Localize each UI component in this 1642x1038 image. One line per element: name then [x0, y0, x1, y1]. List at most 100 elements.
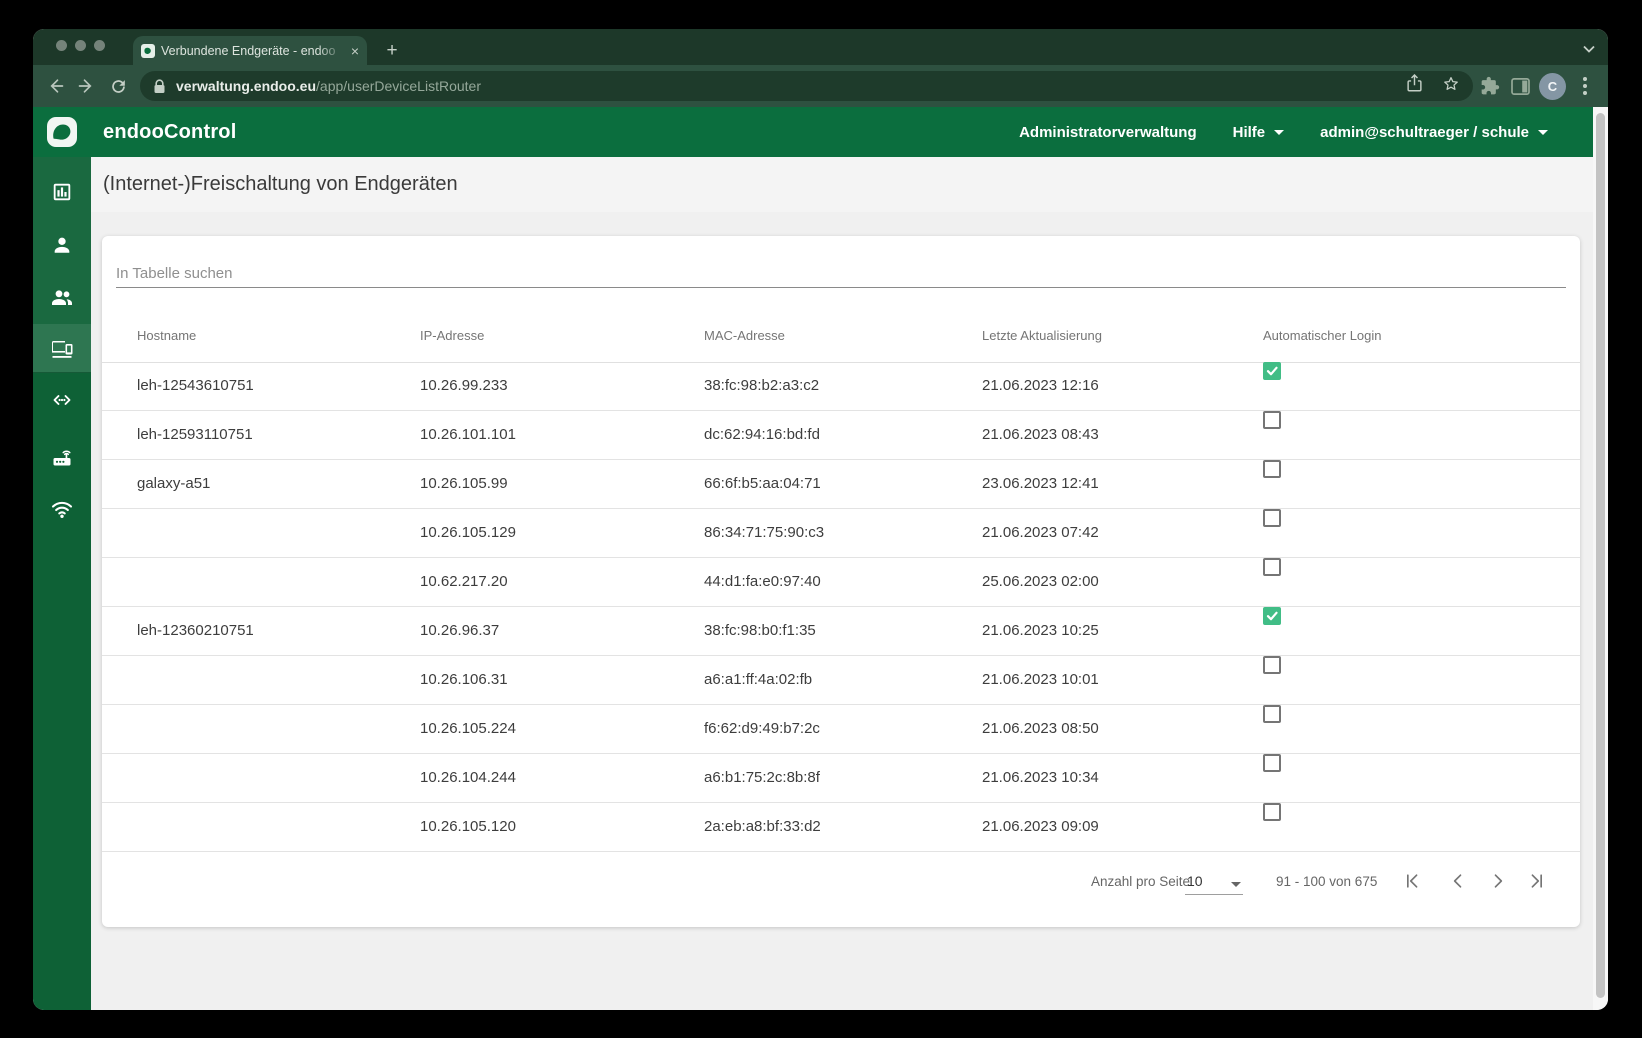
sidebar-item-user[interactable]: [33, 221, 91, 269]
cell-updated: 21.06.2023 07:42: [982, 524, 1099, 541]
browser-tab[interactable]: Verbundene Endgeräte - endoo ×: [133, 36, 367, 65]
cell-ip: 10.62.217.20: [420, 573, 508, 590]
auto-login-checkbox[interactable]: [1263, 411, 1281, 429]
device-row[interactable]: 10.26.105.224 f6:62:d9:49:b7:2c 21.06.20…: [102, 705, 1580, 754]
close-window-button[interactable]: [56, 40, 67, 51]
auto-login-checkbox[interactable]: [1263, 754, 1281, 772]
auto-login-checkbox[interactable]: [1263, 705, 1281, 723]
auto-login-checkbox[interactable]: [1263, 656, 1281, 674]
tab-favicon: [141, 43, 155, 58]
previous-page-icon[interactable]: [1446, 869, 1470, 893]
forward-icon[interactable]: [75, 74, 99, 98]
page-title: (Internet-)Freischaltung von Endgeräten: [103, 173, 458, 195]
new-tab-button[interactable]: +: [379, 38, 405, 64]
window-controls: [56, 40, 105, 51]
device-row[interactable]: galaxy-a51 10.26.105.99 66:6f:b5:aa:04:7…: [102, 460, 1580, 509]
zoom-window-button[interactable]: [94, 40, 105, 51]
device-row[interactable]: 10.26.105.129 86:34:71:75:90:c3 21.06.20…: [102, 509, 1580, 558]
cell-mac: 38:fc:98:b2:a3:c2: [704, 377, 820, 394]
chevron-down-icon: [1231, 882, 1241, 887]
cell-hostname: leh-12543610751: [137, 377, 254, 394]
auto-login-checkbox[interactable]: [1263, 607, 1281, 625]
auto-login-checkbox[interactable]: [1263, 558, 1281, 576]
tab-close-icon[interactable]: ×: [351, 44, 359, 58]
device-row[interactable]: 10.26.105.120 2a:eb:a8:bf:33:d2 21.06.20…: [102, 803, 1580, 852]
per-page-select[interactable]: 10: [1185, 866, 1243, 895]
lock-icon[interactable]: [153, 78, 166, 94]
tab-search-chevron-icon[interactable]: [1577, 37, 1601, 61]
checkmark-icon: [1266, 366, 1278, 376]
code-icon: [53, 395, 71, 405]
url-domain: verwaltung.endoo.eu: [176, 78, 317, 94]
browser-menu-icon[interactable]: [1573, 74, 1597, 98]
sidebar-item-logo[interactable]: [33, 107, 91, 157]
nav-administratorverwaltung[interactable]: Administratorverwaltung: [1019, 124, 1197, 141]
app-brand: endooControl: [103, 121, 237, 143]
side-panel-icon[interactable]: [1508, 74, 1532, 98]
sidebar-item-code[interactable]: [33, 376, 91, 424]
table-header-row: Hostname IP-Adresse MAC-Adresse Letzte A…: [102, 310, 1580, 363]
pagination-range: 91 - 100 von 675: [1276, 874, 1378, 889]
auto-login-checkbox[interactable]: [1263, 509, 1281, 527]
reload-icon[interactable]: [106, 74, 130, 98]
sidebar-item-users-group[interactable]: [33, 272, 91, 320]
cell-updated: 21.06.2023 12:16: [982, 377, 1099, 394]
auto-login-checkbox[interactable]: [1263, 362, 1281, 380]
cell-hostname: galaxy-a51: [137, 475, 211, 492]
sidebar-item-devices[interactable]: [33, 324, 91, 372]
cell-hostname: leh-12593110751: [137, 426, 253, 443]
page-scrollbar: [1593, 107, 1608, 1010]
page-content: In Tabelle suchen Hostname IP-Adresse MA…: [91, 212, 1593, 1010]
sidebar-item-router[interactable]: [33, 433, 91, 481]
app-bar: endooControl Administratorverwaltung Hil…: [91, 107, 1593, 157]
cell-ip: 10.26.99.233: [420, 377, 508, 394]
cell-ip: 10.26.104.244: [420, 769, 516, 786]
endoo-logo-icon: [47, 117, 77, 147]
device-row[interactable]: leh-12593110751 10.26.101.101 dc:62:94:1…: [102, 411, 1580, 460]
minimize-window-button[interactable]: [75, 40, 86, 51]
last-page-icon[interactable]: [1525, 869, 1549, 893]
scrollbar-thumb[interactable]: [1596, 113, 1605, 998]
device-row[interactable]: leh-12360210751 10.26.96.37 38:fc:98:b0:…: [102, 607, 1580, 656]
device-row[interactable]: 10.26.104.244 a6:b1:75:2c:8b:8f 21.06.20…: [102, 754, 1580, 803]
address-bar[interactable]: verwaltung.endoo.eu/app/userDeviceListRo…: [140, 71, 1473, 101]
auto-login-checkbox[interactable]: [1263, 803, 1281, 821]
cell-ip: 10.26.105.129: [420, 524, 516, 541]
url-text: verwaltung.endoo.eu/app/userDeviceListRo…: [176, 78, 1406, 94]
auto-login-checkbox[interactable]: [1263, 460, 1281, 478]
column-header-updated: Letzte Aktualisierung: [982, 328, 1102, 343]
devices-icon: [52, 341, 73, 358]
table-search-input[interactable]: In Tabelle suchen: [116, 260, 1566, 288]
cell-hostname: leh-12360210751: [137, 622, 254, 639]
cell-updated: 21.06.2023 10:34: [982, 769, 1099, 786]
next-page-icon[interactable]: [1486, 869, 1510, 893]
browser-profile-avatar[interactable]: C: [1539, 73, 1566, 100]
device-row[interactable]: 10.62.217.20 44:d1:fa:e0:97:40 25.06.202…: [102, 558, 1580, 607]
device-row[interactable]: leh-12543610751 10.26.99.233 38:fc:98:b2…: [102, 362, 1580, 411]
share-icon[interactable]: [1406, 73, 1423, 98]
cell-updated: 21.06.2023 10:01: [982, 671, 1099, 688]
dashboard-chart-icon: [53, 183, 71, 201]
first-page-icon[interactable]: [1400, 869, 1424, 893]
cell-mac: a6:a1:ff:4a:02:fb: [704, 671, 813, 688]
sidebar: [33, 107, 91, 1010]
bookmark-star-icon[interactable]: [1442, 75, 1460, 98]
main-area: endooControl Administratorverwaltung Hil…: [91, 107, 1593, 1010]
extensions-puzzle-icon[interactable]: [1478, 74, 1502, 98]
router-icon: [53, 450, 71, 466]
sidebar-item-wifi[interactable]: [33, 485, 91, 533]
sidebar-item-dashboard[interactable]: [33, 168, 91, 216]
cell-ip: 10.26.105.224: [420, 720, 516, 737]
back-icon[interactable]: [43, 74, 67, 98]
page-title-bar: (Internet-)Freischaltung von Endgeräten: [91, 157, 1593, 212]
column-header-hostname: Hostname: [137, 328, 197, 343]
nav-account-menu[interactable]: admin@schultraeger / schule: [1320, 124, 1548, 141]
nav-hilfe-menu[interactable]: Hilfe: [1233, 124, 1285, 141]
cell-ip: 10.26.105.120: [420, 818, 516, 835]
cell-updated: 25.06.2023 02:00: [982, 573, 1099, 590]
cell-mac: 86:34:71:75:90:c3: [704, 524, 825, 541]
cell-ip: 10.26.105.99: [420, 475, 508, 492]
cell-ip: 10.26.96.37: [420, 622, 500, 639]
device-row[interactable]: 10.26.106.31 a6:a1:ff:4a:02:fb 21.06.202…: [102, 656, 1580, 705]
chevron-down-icon: [1274, 129, 1285, 135]
